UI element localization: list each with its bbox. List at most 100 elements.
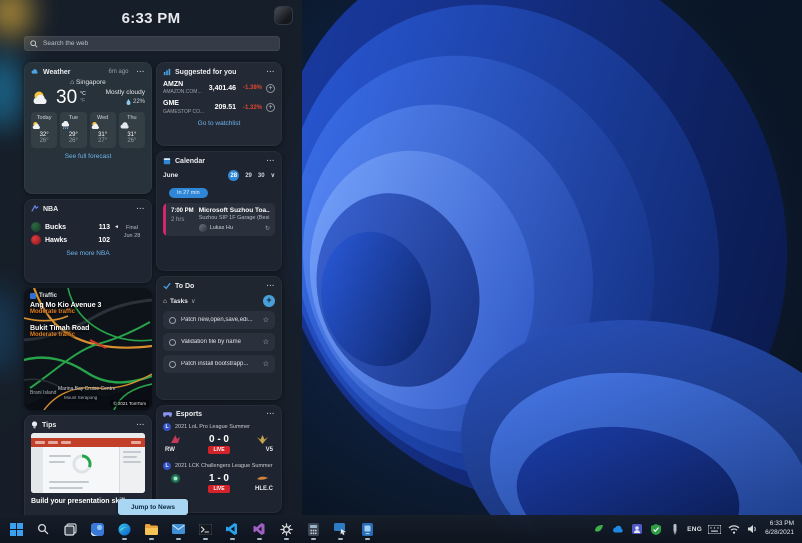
hawks-logo-icon [31, 235, 41, 245]
network-icon[interactable] [727, 523, 740, 536]
weather-widget[interactable]: Weather 6m ago ··· ⌂ Singapore 30 °C °F … [24, 62, 152, 194]
taskbar-clock[interactable]: 6:33 PM 6/28/2021 [765, 520, 796, 538]
stock-row[interactable]: GME GAMESTOP CO... 209.51 -1.32% + [163, 100, 275, 115]
forecast-day[interactable]: Today 32° 26° [31, 112, 58, 148]
language-indicator[interactable]: ENG [687, 526, 702, 533]
todo-widget[interactable]: To Do ··· ⌂ Tasks ∨ + Patch new,open,sav… [156, 276, 282, 400]
esports-menu-icon[interactable]: ··· [267, 411, 276, 418]
task-view-icon [63, 522, 77, 536]
onedrive-icon[interactable] [611, 523, 624, 536]
star-icon[interactable]: ☆ [263, 316, 269, 324]
task-checkbox[interactable] [169, 360, 176, 368]
nba-widget[interactable]: NBA ··· Bucks 113 ◄ Hawks 102 Final Jun … [24, 199, 152, 283]
calendar-month[interactable]: June [163, 172, 178, 179]
chevron-down-icon[interactable]: ∨ [271, 172, 275, 179]
widgets-button[interactable] [87, 517, 107, 541]
traffic-widget[interactable]: Traffic Ang Mo Kio Avenue 3 Moderate tra… [24, 288, 152, 410]
esports-match[interactable]: 1 - 0 [163, 473, 275, 484]
visual-studio-button[interactable] [249, 517, 269, 541]
stocks-title: Suggested for you [175, 68, 237, 76]
go-to-watchlist-link[interactable]: Go to watchlist [163, 120, 275, 127]
stock-symbol: AMZN [163, 81, 184, 88]
quick-assist-button[interactable] [330, 517, 350, 541]
mail-button[interactable] [168, 517, 188, 541]
forecast-day[interactable]: Thu 31° 26° [118, 112, 145, 148]
see-full-forecast-link[interactable]: See full forecast [31, 153, 145, 160]
task-checkbox[interactable] [169, 316, 176, 324]
calendar-widget[interactable]: Calendar ··· June 28 29 30 ∨ In 27 min 7… [156, 151, 282, 271]
start-button[interactable] [6, 517, 26, 541]
calculator-button[interactable] [303, 517, 323, 541]
file-explorer-button[interactable] [141, 517, 161, 541]
user-avatar[interactable] [275, 7, 292, 24]
add-task-button[interactable]: + [263, 295, 275, 307]
stocks-widget[interactable]: Suggested for you ··· AMZN AMAZON.COM...… [156, 62, 282, 146]
calendar-date-selected[interactable]: 28 [228, 170, 240, 181]
stock-row[interactable]: AMZN AMAZON.COM... 3,401.46 -1.38% + [163, 81, 275, 95]
league-badge-icon: L [163, 462, 171, 470]
vscode-button[interactable] [222, 517, 242, 541]
tips-menu-icon[interactable]: ··· [137, 422, 146, 429]
running-indicator [148, 538, 154, 540]
add-to-watchlist-button[interactable]: + [266, 103, 275, 113]
task-view-button[interactable] [60, 517, 80, 541]
weather-temp: 30 [56, 87, 78, 108]
jump-to-news-button[interactable]: Jump to News [118, 499, 188, 515]
running-indicator [310, 538, 316, 540]
precipitation-icon [126, 99, 131, 106]
nba-team-row: Bucks 113 ◄ [31, 222, 119, 232]
tray-app-icon[interactable] [649, 523, 662, 536]
tips-thumbnail[interactable] [31, 433, 145, 493]
chevron-down-icon[interactable]: ∨ [191, 297, 196, 305]
traffic-title: Traffic [39, 293, 58, 299]
forecast-day[interactable]: Tue 29° 26° [60, 112, 87, 148]
search-input[interactable]: Search the web [24, 36, 280, 51]
league-name: 2021 LCK Challengers League Summer [175, 463, 273, 469]
task-checkbox[interactable] [169, 338, 176, 346]
star-icon[interactable]: ☆ [263, 360, 269, 368]
touch-keyboard-icon[interactable] [708, 523, 722, 536]
nba-widget-icon [31, 205, 39, 212]
todo-menu-icon[interactable]: ··· [267, 283, 276, 290]
weather-menu-icon[interactable]: ··· [137, 69, 146, 76]
volume-icon[interactable] [746, 523, 759, 536]
todo-icon [163, 282, 171, 290]
nba-menu-icon[interactable]: ··· [137, 206, 146, 213]
add-to-watchlist-button[interactable]: + [266, 83, 275, 93]
see-more-nba-link[interactable]: See more NBA [31, 250, 145, 257]
esports-league-row: L 2021 LCK Challengers League Summer [163, 462, 275, 470]
esports-league-row: L 2021 LoL Pro League Summer [163, 423, 275, 431]
attendee-avatar [198, 224, 207, 232]
pen-icon[interactable] [668, 523, 681, 536]
team-hle-logo-icon [256, 476, 268, 480]
mail-icon [171, 524, 185, 534]
todo-task-row[interactable]: Patch new,open,save,edi... ☆ [163, 311, 275, 329]
todo-task-row[interactable]: Patch install bootstrapp... ☆ [163, 355, 275, 373]
unit-celsius[interactable]: °C [80, 91, 86, 98]
weather-widget-icon [31, 69, 38, 74]
weather-location: Singapore [76, 79, 106, 86]
tray-app-icon[interactable] [592, 523, 605, 536]
team-rw-logo-icon [171, 435, 180, 443]
settings-button[interactable] [276, 517, 296, 541]
task-label: Patch new,open,save,edi... [181, 317, 253, 323]
star-icon[interactable]: ☆ [263, 338, 269, 346]
todo-task-row[interactable]: Validation file by name ☆ [163, 333, 275, 351]
esports-widget[interactable]: Esports ··· L 2021 LoL Pro League Summer… [156, 405, 282, 513]
stocks-menu-icon[interactable]: ··· [267, 69, 276, 76]
calendar-event[interactable]: 7:00 PM 2 hrs Microsoft Suzhou Toa... Su… [163, 203, 275, 236]
todo-list-name[interactable]: Tasks [170, 298, 188, 305]
unit-fahrenheit[interactable]: °F [80, 98, 86, 105]
weather-condition: Mostly cloudy [105, 89, 145, 97]
edge-button[interactable] [114, 517, 134, 541]
calendar-menu-icon[interactable]: ··· [267, 158, 276, 165]
app-button[interactable] [357, 517, 377, 541]
tray-app-icon[interactable] [630, 523, 643, 536]
weather-location-row[interactable]: ⌂ Singapore [31, 79, 145, 86]
taskbar-search-button[interactable] [33, 517, 53, 541]
forecast-day[interactable]: Wed 31° 27° [89, 112, 116, 148]
calendar-date[interactable]: 29 [245, 173, 252, 179]
esports-match[interactable]: 0 - 0 [163, 434, 275, 445]
calendar-date[interactable]: 30 [258, 173, 265, 179]
terminal-button[interactable] [195, 517, 215, 541]
